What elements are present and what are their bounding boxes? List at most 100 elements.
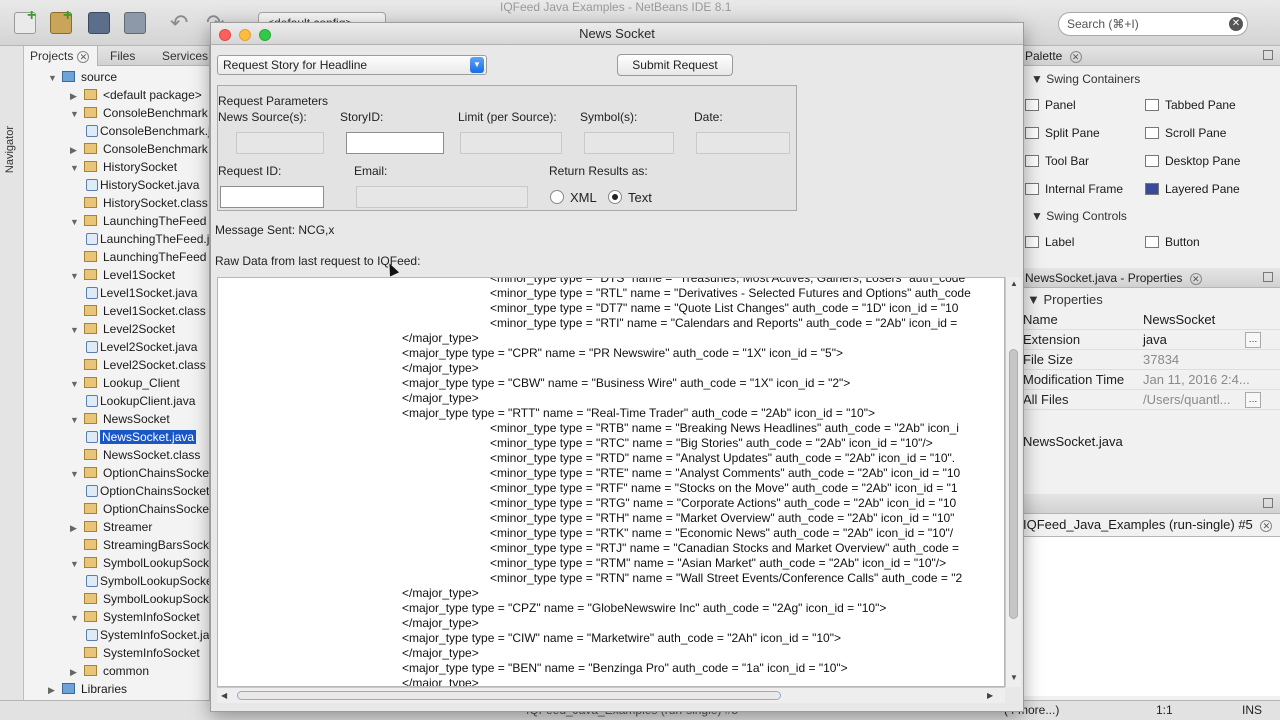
dropdown-arrow-icon[interactable]: ▼ [470, 57, 484, 73]
maximize-icon[interactable] [1263, 498, 1273, 508]
property-value[interactable]: java [1143, 332, 1167, 347]
collapsed-arrow-icon[interactable]: ▶ [70, 663, 84, 681]
tree-package-item[interactable]: ▼ NewsSocket [70, 410, 170, 428]
tree-package-item[interactable]: ▼ LaunchingTheFeed [70, 212, 206, 230]
palette-item[interactable]: Panel [1025, 98, 1076, 112]
story-id-field[interactable] [346, 132, 444, 154]
palette-item[interactable]: Label [1025, 235, 1074, 249]
palette-section-swing-controls[interactable]: ▼ Swing Controls [1031, 209, 1127, 223]
properties-title[interactable]: NewsSocket.java - Properties [1025, 271, 1182, 285]
output-tab[interactable]: IQFeed_Java_Examples (run-single) #5 ✕ [1023, 517, 1273, 532]
tree-file-item[interactable]: ConsoleBenchmark.java [86, 122, 209, 140]
palette-item[interactable]: Desktop Pane [1145, 154, 1240, 168]
property-row[interactable]: Extension java… [1023, 330, 1280, 350]
palette-item[interactable]: Layered Pane [1145, 182, 1240, 196]
new-file-icon[interactable] [14, 7, 36, 34]
palette-section-swing-containers[interactable]: ▼ Swing Containers [1031, 72, 1140, 86]
tree-file-item[interactable]: OptionChainsSocket.java [86, 482, 209, 500]
text-radio[interactable] [608, 190, 622, 204]
tree-package-item[interactable]: SystemInfoSocket [70, 644, 200, 662]
tree-package-item[interactable]: ▼ OptionChainsSocket [70, 464, 209, 483]
tree-package-item[interactable]: Level2Socket.class [70, 356, 206, 374]
scroll-up-icon[interactable]: ▲ [1010, 279, 1018, 288]
ide-search-input[interactable]: Search (⌘+I) ✕ [1058, 12, 1248, 36]
tree-package-item[interactable]: ▼ Level2Socket [70, 320, 175, 338]
palette-title[interactable]: Palette [1025, 49, 1062, 63]
tree-package-item[interactable]: ▼ SymbolLookupSocket [70, 554, 209, 573]
tree-package-item[interactable]: ▶ <default package> [70, 86, 202, 104]
collapsed-arrow-icon[interactable]: ▶ [70, 141, 84, 159]
output-area[interactable] [1023, 536, 1280, 696]
window-titlebar[interactable]: News Socket [211, 23, 1023, 45]
palette-item[interactable]: Tabbed Pane [1145, 98, 1236, 112]
expanded-arrow-icon[interactable]: ▼ [70, 375, 84, 393]
tree-file-item[interactable]: SymbolLookupSocket.java [86, 572, 209, 590]
tree-package-item[interactable]: NewsSocket.class [70, 446, 200, 464]
tree-package-item[interactable]: ▶ ConsoleBenchmark [70, 140, 208, 158]
properties-section[interactable]: ▼ Properties [1027, 292, 1103, 307]
tree-package-item[interactable]: SymbolLookupSocket [70, 590, 209, 608]
vertical-scrollbar[interactable]: ▲ ▼ [1005, 277, 1021, 687]
horizontal-scrollbar[interactable]: ◀ ▶ [217, 687, 1005, 703]
tree-package-item[interactable]: StreamingBarsSocket [70, 536, 209, 554]
expanded-arrow-icon[interactable]: ▼ [70, 267, 84, 285]
expanded-arrow-icon[interactable]: ▼ [70, 213, 84, 231]
scroll-right-icon[interactable]: ▶ [987, 691, 993, 700]
close-window-icon[interactable] [219, 29, 231, 41]
tree-file-item[interactable]: LaunchingTheFeed.java [86, 230, 209, 248]
zoom-window-icon[interactable] [259, 29, 271, 41]
edit-property-button[interactable]: … [1245, 392, 1261, 408]
tree-package-item[interactable]: ▶ Streamer [70, 518, 152, 536]
palette-item[interactable]: Button [1145, 235, 1200, 249]
scroll-left-icon[interactable]: ◀ [221, 691, 227, 700]
expanded-arrow-icon[interactable]: ▼ [70, 411, 84, 429]
palette-item[interactable]: Scroll Pane [1145, 126, 1226, 140]
request-id-field[interactable] [220, 186, 324, 208]
palette-item[interactable]: Internal Frame [1025, 182, 1123, 196]
text-radio-label[interactable]: Text [628, 190, 652, 205]
property-row[interactable]: Modification Time Jan 11, 2016 2:4... [1023, 370, 1280, 390]
close-icon[interactable]: ✕ [1189, 273, 1202, 285]
expanded-arrow-icon[interactable]: ▼ [48, 69, 62, 87]
collapsed-arrow-icon[interactable]: ▶ [48, 681, 62, 699]
navigator-label[interactable]: Navigator [4, 126, 16, 173]
tree-package-item[interactable]: ▼ ConsoleBenchmark [70, 104, 208, 122]
vertical-scroll-thumb[interactable] [1009, 349, 1018, 619]
xml-radio-label[interactable]: XML [570, 190, 597, 205]
xml-radio[interactable] [550, 190, 564, 204]
tree-package-item[interactable]: ▼ SystemInfoSocket [70, 608, 200, 626]
tree-file-item[interactable]: NewsSocket.java [86, 428, 197, 446]
open-project-icon[interactable] [88, 12, 110, 34]
tab-services[interactable]: Services [156, 46, 209, 66]
close-icon[interactable]: ✕ [1260, 520, 1273, 532]
scroll-down-icon[interactable]: ▼ [1010, 673, 1018, 682]
expanded-arrow-icon[interactable]: ▼ [70, 321, 84, 339]
horizontal-scroll-thumb[interactable] [237, 691, 781, 700]
tree-package-item[interactable]: ▼ Level1Socket [70, 266, 175, 284]
tree-package-item[interactable]: ▼ Lookup_Client [70, 374, 180, 392]
tree-file-item[interactable]: LookupClient.java [86, 392, 195, 410]
close-icon[interactable]: ✕ [1069, 51, 1082, 63]
raw-data-textarea[interactable]: <minor_type type = "DTS" name = "Treasur… [217, 277, 1005, 687]
property-row[interactable]: All Files/Users/quantl...… [1023, 390, 1280, 410]
edit-property-button[interactable]: … [1245, 332, 1261, 348]
clear-search-icon[interactable]: ✕ [1229, 17, 1243, 31]
request-type-select[interactable]: Request Story for Headline ▼ [217, 55, 487, 75]
maximize-icon[interactable] [1263, 50, 1273, 60]
property-value[interactable]: NewsSocket [1143, 312, 1215, 327]
expanded-arrow-icon[interactable]: ▼ [70, 465, 84, 483]
minimize-window-icon[interactable] [239, 29, 251, 41]
expanded-arrow-icon[interactable]: ▼ [70, 105, 84, 123]
tab-projects[interactable]: Projects ✕ [24, 46, 98, 66]
expanded-arrow-icon[interactable]: ▼ [70, 159, 84, 177]
property-row[interactable]: Name NewsSocket [1023, 310, 1280, 330]
tree-package-item[interactable]: ▼ source [48, 68, 117, 86]
property-row[interactable]: File Size 37834 [1023, 350, 1280, 370]
maximize-icon[interactable] [1263, 272, 1273, 282]
tab-files[interactable]: Files [104, 46, 141, 66]
tree-file-item[interactable]: SystemInfoSocket.java [86, 626, 209, 644]
collapsed-arrow-icon[interactable]: ▶ [70, 87, 84, 105]
tree-file-item[interactable]: Level2Socket.java [86, 338, 197, 356]
expanded-arrow-icon[interactable]: ▼ [70, 555, 84, 573]
tree-package-item[interactable]: ▶ common [70, 662, 149, 680]
